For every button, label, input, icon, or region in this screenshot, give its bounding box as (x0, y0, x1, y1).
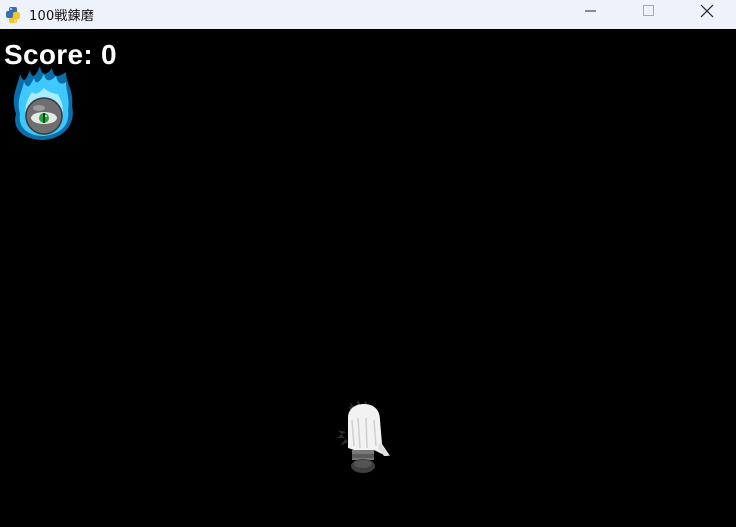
window-controls (562, 0, 736, 29)
score-value: 0 (100, 39, 117, 70)
game-canvas[interactable]: Score: 0 (0, 29, 736, 527)
window-title: 100戦錬磨 (29, 9, 95, 24)
game-window: 100戦錬磨 Score: 0 (0, 0, 736, 527)
maximize-icon (643, 5, 654, 16)
minimize-button[interactable] (562, 0, 620, 22)
title-bar[interactable]: 100戦錬磨 (0, 0, 736, 29)
close-button[interactable] (678, 0, 736, 22)
python-snake-icon (3, 5, 23, 25)
blue-flame-eyeball-sprite (8, 66, 80, 144)
white-haired-ghost-sprite (334, 398, 394, 476)
minimize-icon (585, 10, 596, 12)
maximize-button[interactable] (620, 0, 678, 22)
close-icon (700, 4, 714, 18)
